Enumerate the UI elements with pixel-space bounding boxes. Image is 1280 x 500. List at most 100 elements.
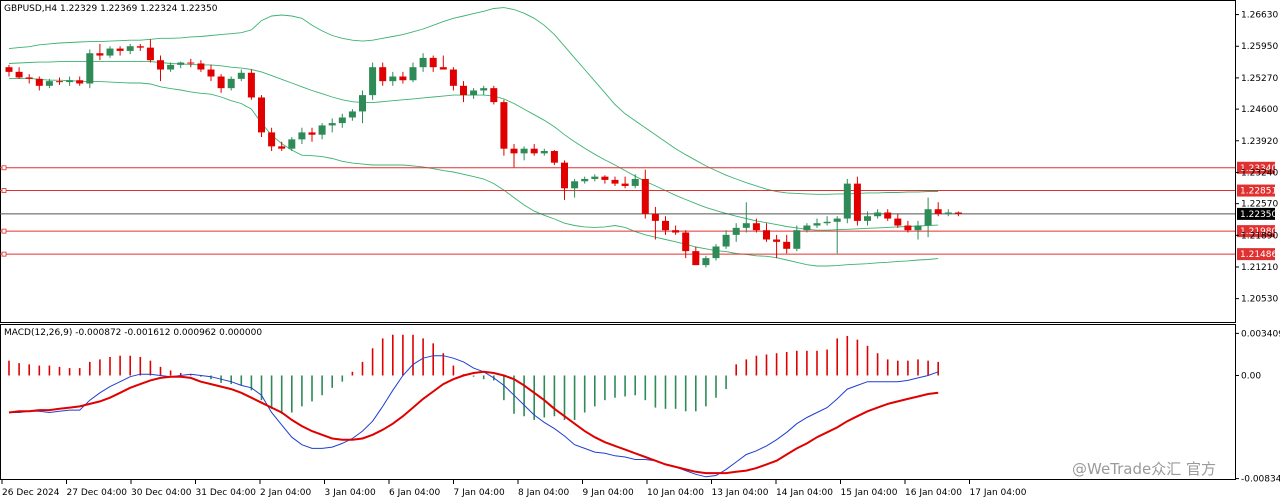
candle-body [954,212,962,214]
candle-body [530,148,538,154]
time-axis-label: 17 Jan 04:00 [970,488,1027,498]
candle-body [823,221,831,224]
candle-body [460,85,467,96]
candle-body [722,234,730,247]
candle-body [389,76,397,82]
candle-body [581,178,589,182]
candle-body [651,213,659,221]
candle-body [490,88,498,103]
time-axis-label: 14 Jan 04:00 [776,488,833,498]
candle-body [136,46,144,48]
time-axis-label: 26 Dec 2024 [2,488,60,498]
current-price-label: 1.22350 [1240,210,1277,220]
candle-body [904,225,912,231]
candle-body [187,62,195,64]
candle-body [217,76,225,89]
time-axis-label: 2 Jan 04:00 [260,488,312,498]
candle-body [833,218,841,222]
time-axis-label: 10 Jan 04:00 [647,488,704,498]
candle-body [338,117,346,124]
time-axis-label: 7 Jan 04:00 [454,488,506,498]
candle-body [520,148,528,154]
price-axis-label: 1.25950 [1241,42,1278,52]
candle-body [409,67,417,81]
candle-body [197,63,205,70]
candle-body [692,251,700,266]
macd-axis-label: -0.008348 [1241,475,1280,485]
time-axis-label: 16 Jan 04:00 [905,488,962,498]
time-axis-label: 6 Jan 04:00 [389,488,441,498]
candle-body [702,258,710,266]
candle-body [76,80,84,84]
candle-body [561,162,568,189]
candle-body [298,132,306,140]
level-anchor [1,165,7,171]
price-axis-label: 1.20530 [1241,295,1278,305]
candle-body [399,76,407,81]
candle-body [641,178,649,214]
candle-body [288,139,296,149]
candle-body [672,230,680,233]
macd-axis-label: 0.00 [1241,371,1261,381]
time-axis-label: 30 Dec 04:00 [131,488,192,498]
candle-body [843,183,851,219]
candle-body [944,212,952,214]
candle-body [359,95,366,112]
candle-body [96,53,104,56]
candle-body [348,111,356,118]
candle-body [914,225,922,231]
candle-body [550,151,558,163]
price-axis-label: 1.23920 [1241,137,1278,147]
candle-body [167,64,175,70]
candle-body [157,60,164,70]
level-label: 1.21486 [1240,250,1277,260]
candle-body [601,176,609,180]
candle-body [25,77,33,79]
candle-body [803,225,811,231]
candle-body [5,67,13,72]
level-anchor [1,188,7,193]
candle-body [480,88,488,91]
candle-body [227,78,235,89]
price-axis-label: 1.21890 [1241,231,1278,241]
candle-body [86,53,94,84]
price-axis-label: 1.21210 [1241,263,1278,273]
candle-body [207,69,215,77]
candle-body [429,57,437,68]
candle-body [247,72,255,98]
candle-body [449,69,457,86]
candle-body [258,97,265,133]
price-axis-label: 1.24600 [1241,105,1278,115]
candle-body [278,146,286,149]
candle-body [662,220,669,231]
candle-body [884,212,892,219]
price-axis-label: 1.22570 [1241,200,1278,210]
candle-body [318,125,326,135]
candle-body [874,212,882,217]
candle-body [742,223,750,228]
trading-chart[interactable]: 1.233401.228511.219801.214861.22350 1.26… [0,0,1280,500]
level-anchor [1,251,7,257]
candle-body [268,132,276,147]
candle-body [894,218,902,226]
candle-body [571,181,579,189]
candle-body [773,239,781,242]
macd-axis-label: 0.003409 [1241,329,1280,339]
watermark: @WeTrade众汇 官方 [1072,460,1216,478]
time-axis-label: 31 Dec 04:00 [196,488,257,498]
candle-body [419,57,427,68]
candle-body [712,246,720,259]
price-axis-label: 1.25270 [1241,74,1278,84]
candle-body [591,176,599,179]
candle-body [56,81,63,83]
price-panel-frame [0,0,1236,323]
candle-body [500,102,508,149]
candle-body [853,183,861,221]
candle-body [934,209,942,214]
candle-body [308,132,316,135]
time-axis-label: 15 Jan 04:00 [841,488,898,498]
candle-body [621,183,629,186]
candle-body [763,230,770,240]
macd-header: MACD(12,26,9) -0.000872 -0.001612 0.0009… [4,328,262,338]
candle-body [146,47,154,61]
